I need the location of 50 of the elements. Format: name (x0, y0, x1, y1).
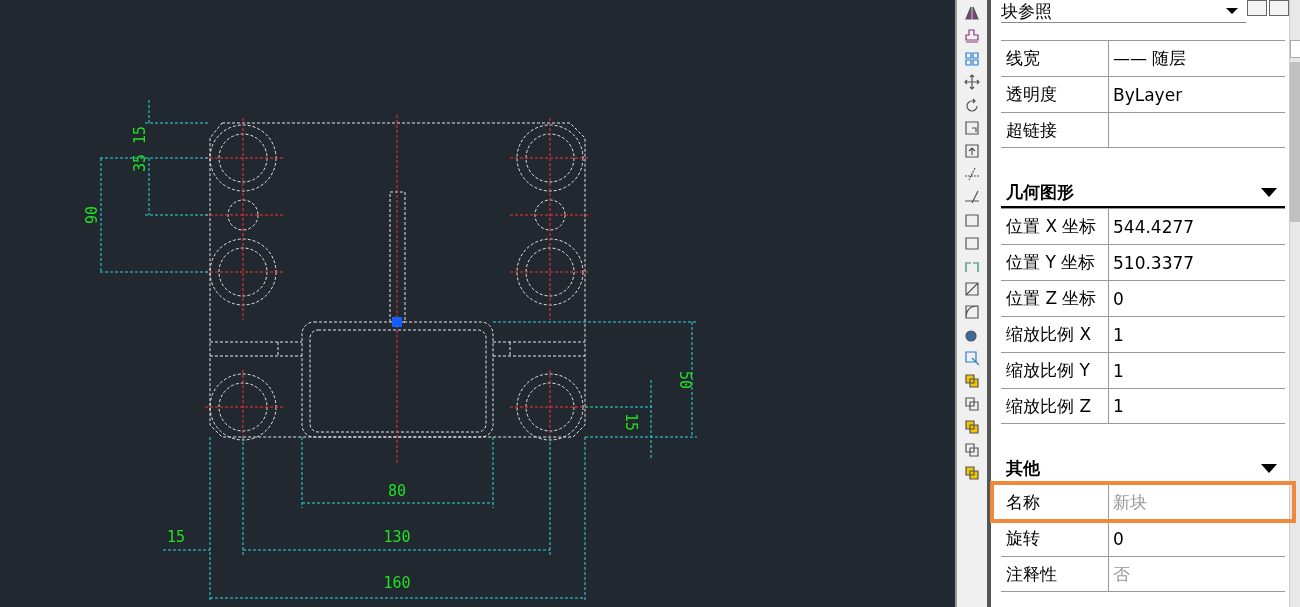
dimension-label: 35 (130, 153, 149, 173)
dimension-label: 80 (387, 481, 407, 500)
block-type-dropdown[interactable]: 块参照 (1001, 0, 1246, 23)
stamp-icon[interactable] (964, 28, 980, 44)
property-row[interactable]: 超链接 (1001, 112, 1285, 148)
property-row[interactable]: 位置 Y 坐标 510.3377 (1001, 244, 1285, 280)
dimension-label: 15 (166, 527, 186, 546)
rectangle-icon[interactable] (964, 212, 980, 228)
layers-icon[interactable] (964, 419, 980, 435)
property-row[interactable]: 透明度 ByLayer (1001, 76, 1285, 112)
mirror-icon[interactable] (964, 5, 980, 21)
layers-icon[interactable] (964, 442, 980, 458)
move-icon[interactable] (964, 74, 980, 90)
dimension-label: 90 (82, 205, 101, 225)
property-row[interactable]: 位置 Z 坐标 0 (1001, 280, 1285, 316)
dimension-label: 160 (383, 573, 411, 592)
section-title: 几何图形 (1005, 180, 1074, 204)
diagonal-icon[interactable] (964, 281, 980, 297)
property-row[interactable]: 位置 X 坐标 544.4277 (1001, 208, 1285, 244)
grid-icon[interactable] (964, 51, 980, 67)
grip-handle[interactable] (392, 317, 402, 327)
drawing-canvas[interactable]: 15 35 90 50 15 80 15 130 160 (0, 0, 955, 607)
property-row[interactable]: 缩放比例 X 1 (1001, 316, 1285, 352)
dimension-label: 15 (130, 125, 149, 145)
scroll-thumb[interactable] (1290, 62, 1300, 222)
dimension-label: 50 (675, 370, 694, 390)
section-title: 其他 (1005, 456, 1040, 480)
dimension-label: 15 (621, 412, 640, 432)
ball-icon[interactable] (964, 327, 980, 343)
section-header[interactable]: 其他 (1001, 454, 1285, 484)
upload-icon[interactable] (964, 143, 980, 159)
caret-icon (1226, 8, 1238, 14)
rectangle-icon[interactable] (964, 235, 980, 251)
select-icon[interactable] (964, 350, 980, 366)
property-row[interactable]: 缩放比例 Y 1 (1001, 352, 1285, 388)
layers-icon[interactable] (964, 373, 980, 389)
rotate-icon[interactable] (964, 97, 980, 113)
layers-icon[interactable] (964, 396, 980, 412)
scrollbar[interactable] (1289, 0, 1300, 607)
arc-icon[interactable] (964, 304, 980, 320)
property-row[interactable]: 线宽 —— 随层 (1001, 40, 1285, 76)
layers-icon[interactable] (964, 465, 980, 481)
scroll-up-icon[interactable] (1290, 40, 1300, 58)
section-header[interactable]: 几何图形 (1001, 178, 1285, 208)
quick-select-button[interactable] (1247, 0, 1267, 16)
scale-icon[interactable] (964, 120, 980, 136)
property-row[interactable]: 旋转 0 (1001, 520, 1285, 556)
property-row[interactable]: 缩放比例 Z 1 (1001, 388, 1285, 424)
dimension-label: 130 (383, 527, 411, 546)
select-objects-button[interactable] (1269, 0, 1289, 16)
